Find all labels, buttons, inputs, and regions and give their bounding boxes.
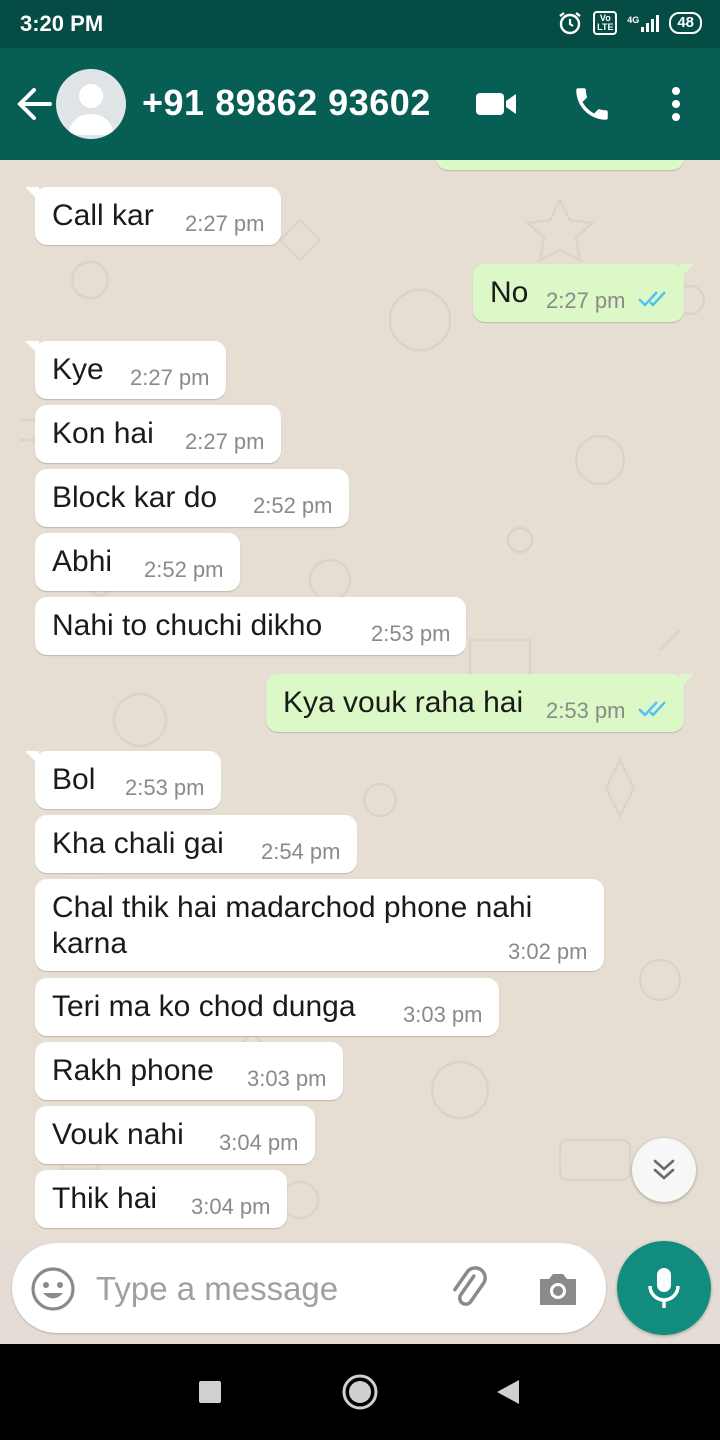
contact-name[interactable]: +91 89862 93602 <box>142 82 431 124</box>
read-ticks-icon <box>638 291 666 307</box>
message-time: 3:02 pm <box>508 939 588 964</box>
message-composer <box>12 1243 606 1333</box>
message-bubble-incoming[interactable]: Kha chali gai 2:54 pm <box>35 815 357 873</box>
message-bubble-incoming[interactable]: Call kar 2:27 pm <box>25 187 281 245</box>
recents-button[interactable] <box>190 1372 230 1412</box>
message-text: Kha chali gai <box>52 827 224 860</box>
mic-icon <box>648 1268 680 1308</box>
phone-icon[interactable] <box>568 80 616 128</box>
network-type-label: 4G <box>627 14 640 25</box>
message-time: 2:27 pm <box>185 211 265 236</box>
message-text: No <box>490 276 529 309</box>
message-bubble-incoming[interactable]: Nahi to chuchi dikho 2:53 pm <box>35 597 466 655</box>
video-call-icon[interactable] <box>472 80 520 128</box>
back-button[interactable] <box>488 1372 528 1412</box>
status-icons: Vo LTE 4G 48 <box>557 10 702 36</box>
avatar[interactable] <box>56 69 126 139</box>
double-chevron-down-icon <box>653 1159 675 1180</box>
home-button[interactable] <box>340 1372 380 1412</box>
message-bubble-incoming[interactable]: Block kar do 2:52 pm <box>35 469 349 527</box>
message-text: Chal thik hai madarchod phone nahi <box>52 891 533 924</box>
message-time: 3:04 pm <box>191 1194 271 1219</box>
status-bar: 3:20 PM Vo LTE 4G 48 <box>0 0 720 48</box>
scroll-to-bottom-button[interactable] <box>632 1138 696 1202</box>
message-time: 2:53 pm <box>546 698 626 723</box>
read-ticks-icon <box>638 701 666 717</box>
message-bubble-outgoing[interactable]: No 2:27 pm <box>473 264 694 322</box>
message-time: 3:04 pm <box>219 1130 299 1155</box>
message-bubble-incoming[interactable]: Abhi 2:52 pm <box>35 533 240 591</box>
message-bubble-incoming[interactable]: Bol 2:53 pm <box>25 751 221 809</box>
message-bubble-incoming[interactable]: Rakh phone 3:03 pm <box>35 1042 343 1100</box>
message-text: Nahi to chuchi dikho <box>52 609 323 642</box>
message-bubble-incoming[interactable]: Kon hai 2:27 pm <box>35 405 281 463</box>
message-text-line2: karna <box>52 927 128 960</box>
attach-icon[interactable] <box>446 1265 494 1313</box>
message-text: Block kar do <box>52 481 218 514</box>
message-text: Rakh phone <box>52 1054 214 1087</box>
message-time: 2:53 pm <box>125 775 205 800</box>
message-bubble-incoming[interactable]: Chal thik hai madarchod phone nahi karna… <box>35 879 604 971</box>
message-bubble-incoming[interactable]: Thik hai 3:04 pm <box>35 1170 287 1228</box>
square-icon <box>199 1381 221 1403</box>
chat-header: +91 89862 93602 <box>0 48 720 160</box>
message-text: Kye <box>52 353 104 386</box>
message-text: Kon hai <box>52 417 154 450</box>
message-bubble-incoming[interactable]: Kye 2:27 pm <box>25 341 226 399</box>
triangle-back-icon <box>497 1380 519 1404</box>
message-text: Bol <box>52 763 96 796</box>
message-time: 2:27 pm <box>185 429 265 454</box>
message-list[interactable]: Call kar 2:27 pm No 2:27 pm Kye 2:27 pm … <box>0 160 720 1240</box>
circle-icon <box>342 1374 378 1410</box>
emoji-icon[interactable] <box>30 1266 76 1312</box>
battery-icon: 48 <box>669 12 702 34</box>
status-time: 3:20 PM <box>20 11 104 36</box>
signal-icon: 4G <box>627 14 660 32</box>
message-text: Call kar <box>52 199 154 232</box>
volte-icon: Vo LTE <box>593 11 618 35</box>
message-input[interactable] <box>96 1267 426 1311</box>
message-text: Thik hai <box>52 1182 158 1215</box>
message-text: Teri ma ko chod dunga <box>52 990 356 1023</box>
system-nav-bar <box>0 1344 720 1440</box>
message-bubble-incoming[interactable]: Vouk nahi 3:04 pm <box>35 1106 315 1164</box>
back-arrow-icon[interactable] <box>14 84 54 124</box>
message-time: 2:54 pm <box>261 839 341 864</box>
message-time: 2:27 pm <box>546 288 626 313</box>
message-time: 3:03 pm <box>403 1002 483 1027</box>
message-time: 2:27 pm <box>130 365 210 390</box>
message-text: Abhi <box>52 545 113 578</box>
message-time: 2:53 pm <box>371 621 451 646</box>
message-time: 2:52 pm <box>144 557 224 582</box>
message-time: 2:52 pm <box>253 493 333 518</box>
previous-message-edge <box>436 160 684 170</box>
message-bubble-outgoing[interactable]: Kya vouk raha hai 2:53 pm <box>266 674 694 732</box>
more-vert-icon[interactable] <box>652 80 700 128</box>
message-text: Vouk nahi <box>52 1118 184 1151</box>
message-bubble-incoming[interactable]: Teri ma ko chod dunga 3:03 pm <box>35 978 499 1036</box>
alarm-icon <box>557 10 583 36</box>
message-text: Kya vouk raha hai <box>283 686 524 719</box>
mic-button[interactable] <box>617 1241 711 1335</box>
camera-icon[interactable] <box>534 1265 582 1313</box>
message-time: 3:03 pm <box>247 1066 327 1091</box>
